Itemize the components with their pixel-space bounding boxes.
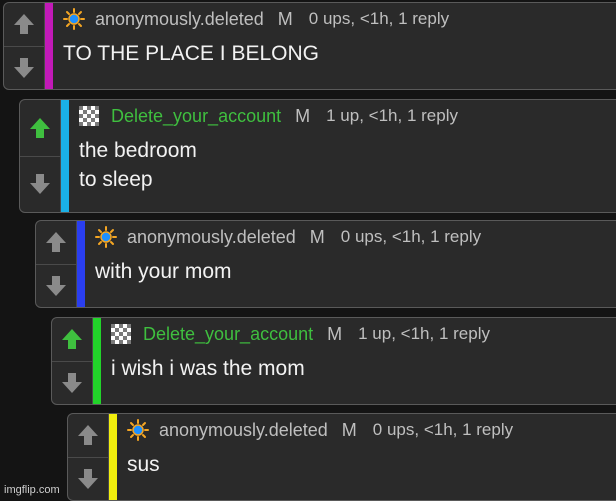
comment-line: i wish i was the mom <box>111 357 305 380</box>
upvote-button[interactable] <box>4 3 44 46</box>
watermark: imgflip.com <box>4 484 60 496</box>
comment-body: i wish i was the mom <box>111 354 616 383</box>
comment-meta: 1 up, <1h, 1 reply <box>326 106 458 125</box>
flag-indicator: M <box>277 9 293 29</box>
username-link[interactable]: anonymously.deleted <box>127 225 296 249</box>
arrow-up-icon <box>62 329 82 350</box>
comment-header: anonymously.deleted M 0 ups, <1h, 1 repl… <box>127 418 616 442</box>
upvote-button[interactable] <box>68 414 108 457</box>
sun-icon <box>127 419 149 441</box>
comment-content: anonymously.deleted M 0 ups, <1h, 1 repl… <box>85 221 616 307</box>
downvote-button[interactable] <box>20 155 60 213</box>
vote-column <box>36 221 77 307</box>
thread-level-bar <box>61 100 69 212</box>
comment: anonymously.deleted M 0 ups, <1h, 1 repl… <box>67 413 616 501</box>
comment-body: with your mom <box>95 257 616 286</box>
arrow-up-icon <box>78 425 98 446</box>
comment: Delete_your_account M 1 up, <1h, 1 reply… <box>51 317 616 405</box>
comment-body: sus <box>127 450 616 479</box>
user-avatar[interactable] <box>79 104 105 128</box>
arrow-up-icon <box>30 117 50 138</box>
comment-content: Delete_your_account M 1 up, <1h, 1 reply… <box>69 100 616 212</box>
comment-content: anonymously.deleted M 0 ups, <1h, 1 repl… <box>117 414 616 500</box>
user-avatar[interactable] <box>63 7 89 31</box>
user-avatar[interactable] <box>127 418 153 442</box>
vote-column <box>68 414 109 500</box>
comment-meta: 0 ups, <1h, 1 reply <box>340 227 482 246</box>
comment-header: anonymously.deleted M 0 ups, <1h, 1 repl… <box>95 225 616 249</box>
arrow-down-icon <box>46 275 66 296</box>
comment-line: to sleep <box>79 168 153 191</box>
comment-meta: 0 ups, <1h, 1 reply <box>308 9 450 28</box>
comment-meta: 1 up, <1h, 1 reply <box>358 324 490 343</box>
comment-line: sus <box>127 453 160 476</box>
username-link[interactable]: Delete_your_account <box>143 322 313 346</box>
comment-header: anonymously.deleted M 0 ups, <1h, 1 repl… <box>63 7 616 31</box>
arrow-down-icon <box>14 57 34 78</box>
downvote-button[interactable] <box>68 456 108 501</box>
username-link[interactable]: anonymously.deleted <box>95 7 264 31</box>
downvote-button[interactable] <box>52 360 92 405</box>
username-link[interactable]: anonymously.deleted <box>159 418 328 442</box>
comment-line: with your mom <box>95 260 232 283</box>
arrow-down-icon <box>30 174 50 195</box>
arrow-up-icon <box>14 14 34 35</box>
upvote-button[interactable] <box>20 100 60 156</box>
vote-column <box>52 318 93 404</box>
sun-icon <box>95 226 117 248</box>
comment-meta: 0 ups, <1h, 1 reply <box>372 420 514 439</box>
comment-body: TO THE PLACE I BELONG <box>63 39 616 68</box>
user-avatar[interactable] <box>95 225 121 249</box>
pixel-avatar-icon <box>111 324 131 344</box>
downvote-button[interactable] <box>36 263 76 308</box>
comment-body: the bedroom to sleep <box>79 136 616 194</box>
comment-line: TO THE PLACE I BELONG <box>63 42 319 65</box>
comment-line: the bedroom <box>79 139 197 162</box>
downvote-button[interactable] <box>4 45 44 90</box>
arrow-up-icon <box>46 232 66 253</box>
comment-header: Delete_your_account M 1 up, <1h, 1 reply <box>111 322 616 346</box>
upvote-button[interactable] <box>36 221 76 264</box>
user-avatar[interactable] <box>111 322 137 346</box>
arrow-down-icon <box>62 372 82 393</box>
thread-level-bar <box>45 3 53 89</box>
comment-content: anonymously.deleted M 0 ups, <1h, 1 repl… <box>53 3 616 89</box>
sun-icon <box>63 8 85 30</box>
username-link[interactable]: Delete_your_account <box>111 104 281 128</box>
comment: Delete_your_account M 1 up, <1h, 1 reply… <box>19 99 616 213</box>
comment-content: Delete_your_account M 1 up, <1h, 1 reply… <box>101 318 616 404</box>
flag-indicator: M <box>327 324 343 344</box>
flag-indicator: M <box>341 420 357 440</box>
pixel-avatar-icon <box>79 106 99 126</box>
flag-indicator: M <box>295 106 311 126</box>
upvote-button[interactable] <box>52 318 92 361</box>
comment-header: Delete_your_account M 1 up, <1h, 1 reply <box>79 104 616 128</box>
arrow-down-icon <box>78 468 98 489</box>
comment: anonymously.deleted M 0 ups, <1h, 1 repl… <box>35 220 616 308</box>
vote-column <box>20 100 61 212</box>
flag-indicator: M <box>309 227 325 247</box>
thread-level-bar <box>93 318 101 404</box>
vote-column <box>4 3 45 89</box>
comment: anonymously.deleted M 0 ups, <1h, 1 repl… <box>3 2 616 90</box>
thread-level-bar <box>77 221 85 307</box>
thread-level-bar <box>109 414 117 500</box>
